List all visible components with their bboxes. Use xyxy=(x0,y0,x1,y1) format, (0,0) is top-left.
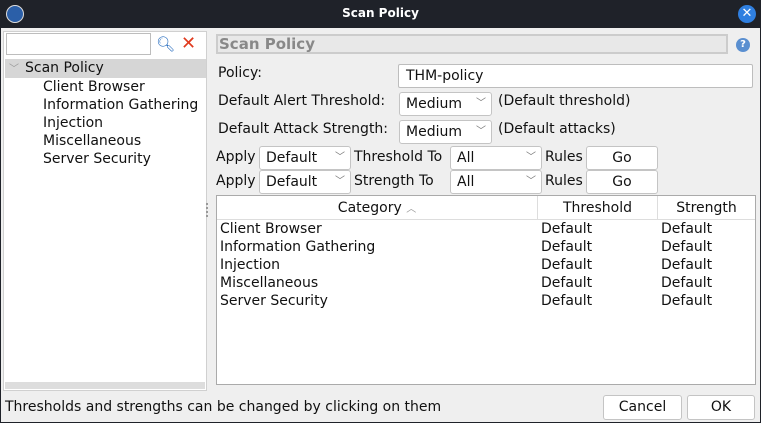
attack-strength-label: Default Attack Strength: xyxy=(218,121,389,137)
threshold-cell[interactable]: Default xyxy=(541,220,592,238)
strength-cell[interactable]: Default xyxy=(661,238,712,256)
strength-to-label: Strength To xyxy=(354,173,434,189)
threshold-cell[interactable]: Default xyxy=(541,292,592,310)
chevron-down-icon: ﹀ xyxy=(335,152,345,163)
rules-label: Rules xyxy=(545,173,583,189)
table-row[interactable]: Injection Default Default xyxy=(217,256,755,274)
window-title: Scan Policy xyxy=(342,6,419,20)
alert-threshold-select[interactable]: Medium ﹀ xyxy=(399,92,492,116)
threshold-to-label: Threshold To xyxy=(354,149,443,165)
status-text: Thresholds and strengths can be changed … xyxy=(5,399,442,415)
apply-threshold-select[interactable]: Default ﹀ xyxy=(259,146,351,170)
help-icon[interactable]: ? xyxy=(736,38,750,52)
category-table: Category ︿ Threshold Strength Client Bro… xyxy=(216,195,756,385)
category-cell: Information Gathering xyxy=(220,239,376,255)
apply-threshold-label: Apply xyxy=(216,149,256,165)
threshold-cell[interactable]: Default xyxy=(541,238,592,256)
threshold-cell[interactable]: Default xyxy=(541,256,592,274)
strength-cell[interactable]: Default xyxy=(661,274,712,292)
category-cell: Injection xyxy=(220,257,281,273)
category-tree-panel: 🔍︎ ✕ ﹀ Scan Policy Client Browser Inform… xyxy=(3,31,207,391)
category-cell: Server Security xyxy=(220,293,328,309)
policy-name-input[interactable]: THM-policy xyxy=(398,64,753,88)
chevron-down-icon: ﹀ xyxy=(526,176,536,187)
panel-header: Scan Policy xyxy=(216,34,728,54)
attack-strength-note: (Default attacks) xyxy=(498,121,616,137)
tree-item-injection[interactable]: Injection xyxy=(43,114,103,132)
chevron-down-icon[interactable]: ﹀ xyxy=(9,60,19,75)
column-header-label: Category xyxy=(337,200,402,216)
search-input[interactable] xyxy=(6,33,151,55)
splitter-handle[interactable] xyxy=(206,203,209,217)
strength-cell[interactable]: Default xyxy=(661,292,712,310)
search-icon[interactable]: 🔍︎ xyxy=(156,35,175,53)
title-bar: Scan Policy ✕ xyxy=(0,0,761,28)
clear-icon[interactable]: ✕ xyxy=(181,33,196,54)
apply-strength-go-button[interactable]: Go xyxy=(586,170,658,194)
policy-label: Policy: xyxy=(218,65,262,81)
chevron-down-icon: ﹀ xyxy=(476,126,486,137)
sort-ascending-icon: ︿ xyxy=(406,204,417,215)
tree-item-miscellaneous[interactable]: Miscellaneous xyxy=(43,132,141,150)
table-row[interactable]: Client Browser Default Default xyxy=(217,220,755,238)
chevron-down-icon: ﹀ xyxy=(526,152,536,163)
threshold-cell[interactable]: Default xyxy=(541,274,592,292)
tree-root-label: Scan Policy xyxy=(25,60,104,76)
threshold-to-value: All xyxy=(457,150,475,166)
attack-strength-value: Medium xyxy=(406,124,462,140)
alert-threshold-label: Default Alert Threshold: xyxy=(218,93,386,109)
column-header-threshold[interactable]: Threshold xyxy=(538,196,658,220)
attack-strength-select[interactable]: Medium ﹀ xyxy=(399,120,492,144)
alert-threshold-note: (Default threshold) xyxy=(498,93,631,109)
alert-threshold-value: Medium xyxy=(406,96,462,112)
category-cell: Client Browser xyxy=(220,221,322,237)
apply-strength-select[interactable]: Default ﹀ xyxy=(259,170,351,194)
tree-item-client-browser[interactable]: Client Browser xyxy=(43,78,145,96)
apply-threshold-value: Default xyxy=(266,150,318,166)
tree-root-scan-policy[interactable]: ﹀ Scan Policy xyxy=(5,59,206,78)
tree-item-information-gathering[interactable]: Information Gathering xyxy=(43,96,198,114)
apply-strength-value: Default xyxy=(266,174,318,190)
apply-threshold-go-button[interactable]: Go xyxy=(586,146,658,170)
strength-to-value: All xyxy=(457,174,475,190)
ok-button[interactable]: OK xyxy=(687,395,755,420)
cancel-button[interactable]: Cancel xyxy=(603,395,682,420)
apply-strength-label: Apply xyxy=(216,173,256,189)
tree-item-server-security[interactable]: Server Security xyxy=(43,150,151,168)
category-cell: Miscellaneous xyxy=(220,275,319,291)
threshold-to-select[interactable]: All ﹀ xyxy=(450,146,542,170)
strength-to-select[interactable]: All ﹀ xyxy=(450,170,542,194)
rules-label: Rules xyxy=(545,149,583,165)
horizontal-scrollbar[interactable] xyxy=(5,382,205,389)
chevron-down-icon: ﹀ xyxy=(476,98,486,109)
strength-cell[interactable]: Default xyxy=(661,220,712,238)
chevron-down-icon: ﹀ xyxy=(335,176,345,187)
table-row[interactable]: Server Security Default Default xyxy=(217,292,755,310)
column-header-category[interactable]: Category ︿ xyxy=(217,196,538,220)
close-icon[interactable]: ✕ xyxy=(738,5,756,23)
table-row[interactable]: Information Gathering Default Default xyxy=(217,238,755,256)
strength-cell[interactable]: Default xyxy=(661,256,712,274)
column-header-strength[interactable]: Strength xyxy=(658,196,755,220)
table-row[interactable]: Miscellaneous Default Default xyxy=(217,274,755,292)
